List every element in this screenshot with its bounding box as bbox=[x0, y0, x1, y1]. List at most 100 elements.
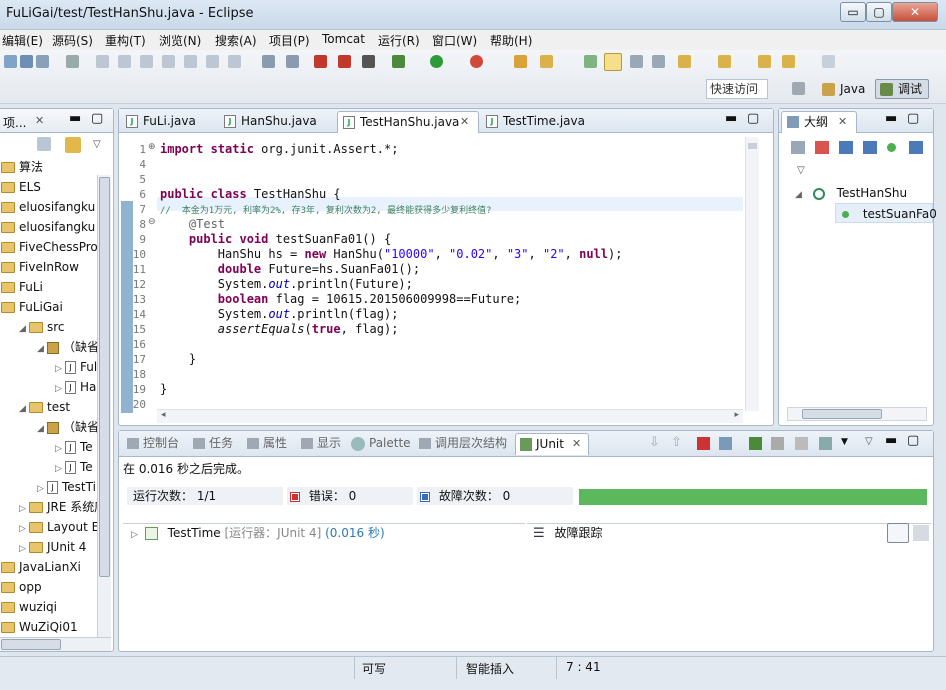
fold-toggle-icon[interactable]: ⊕ bbox=[148, 142, 156, 152]
tab-testtime[interactable]: J TestTime.java bbox=[481, 111, 591, 133]
minimize-button[interactable]: ▭ bbox=[840, 2, 866, 22]
menu-search[interactable]: 搜索(A) bbox=[215, 32, 257, 49]
tree-item[interactable]: ▷ J Te bbox=[55, 437, 93, 457]
rerun-icon[interactable] bbox=[749, 437, 762, 450]
view-menu-chevron-down-icon[interactable]: ▽ bbox=[797, 165, 805, 176]
code-line[interactable]: HanShu hs = new HanShu("10000", "0.02", … bbox=[160, 247, 623, 262]
use-step-filters-icon[interactable] bbox=[286, 55, 299, 68]
tree-arrow-icon[interactable]: ▷ bbox=[55, 439, 65, 459]
terminate-icon[interactable] bbox=[140, 55, 153, 68]
maximize-view-icon[interactable]: ▢ bbox=[91, 111, 103, 126]
perspective-java[interactable]: Java bbox=[818, 79, 870, 99]
editor-vertical-scrollbar[interactable] bbox=[745, 137, 759, 411]
close-icon[interactable]: ✕ bbox=[460, 112, 469, 132]
tree-item[interactable]: 算法 bbox=[1, 157, 43, 177]
tree-item[interactable]: WuZiQi01 bbox=[1, 617, 78, 637]
tree-item[interactable]: ◢ src bbox=[19, 317, 65, 337]
tab-testhanshu[interactable]: J TestHanShu.java ✕ bbox=[337, 111, 479, 133]
maximize-outline-icon[interactable]: ▢ bbox=[907, 111, 919, 126]
collapse-arrow-icon[interactable]: ◢ bbox=[795, 185, 805, 205]
code-line[interactable]: public class TestHanShu { bbox=[160, 187, 341, 202]
tree-item[interactable]: FiveChessPro bbox=[1, 237, 97, 257]
code-line[interactable]: import static org.junit.Assert.*; bbox=[160, 142, 398, 157]
tree-item[interactable]: JavaLianXi bbox=[1, 557, 81, 577]
rerun-failed-icon[interactable] bbox=[771, 437, 784, 450]
disconnect-icon[interactable] bbox=[162, 55, 175, 68]
tree-item[interactable]: FuLiGai bbox=[1, 297, 63, 317]
sort-icon[interactable] bbox=[791, 141, 805, 154]
scroll-left-icon[interactable]: ◂ bbox=[161, 410, 166, 420]
link-editor-icon[interactable] bbox=[65, 137, 81, 153]
next-failure-icon[interactable]: ⇩ bbox=[649, 435, 660, 450]
menu-project[interactable]: 项目(P) bbox=[269, 32, 310, 49]
outline-method-row[interactable]: testSuanFa0 bbox=[835, 203, 937, 223]
tree-item[interactable]: ▷JRE 系统库 bbox=[19, 497, 97, 517]
maximize-bottom-icon[interactable]: ▢ bbox=[907, 433, 919, 448]
resume-icon[interactable] bbox=[96, 55, 109, 68]
close-window-button[interactable]: ✕ bbox=[892, 2, 938, 22]
show-whitespace-icon[interactable] bbox=[652, 55, 665, 68]
scroll-lock-icon[interactable] bbox=[719, 437, 732, 450]
code-line[interactable]: System.out.println(flag); bbox=[160, 307, 399, 322]
maximize-editor-icon[interactable]: ▢ bbox=[747, 111, 759, 126]
tab-fuli[interactable]: J FuLi.java bbox=[121, 111, 221, 133]
tree-arrow-icon[interactable]: ▷ bbox=[19, 499, 29, 519]
minimize-outline-icon[interactable]: ▬ bbox=[885, 111, 897, 126]
explorer-scroll-thumb[interactable] bbox=[99, 177, 110, 577]
collapse-all-icon[interactable] bbox=[37, 137, 51, 151]
view-menu-chevron-down-icon[interactable]: ▽ bbox=[93, 139, 101, 150]
menu-tomcat[interactable]: Tomcat bbox=[322, 32, 365, 46]
outline-class-row[interactable]: ◢ TestHanShu bbox=[795, 183, 907, 203]
block-selection-icon[interactable] bbox=[630, 55, 643, 68]
code-line[interactable]: assertEquals(true, flag); bbox=[160, 322, 399, 337]
forward-icon[interactable] bbox=[822, 55, 835, 68]
tab-outline[interactable]: 大纲 ✕ bbox=[781, 111, 857, 133]
tree-item[interactable]: ◢ （缺省 bbox=[37, 337, 97, 357]
drop-to-frame-icon[interactable] bbox=[262, 55, 275, 68]
open-perspective-icon[interactable] bbox=[792, 82, 805, 95]
tree-item[interactable]: FiveInRow bbox=[1, 257, 79, 277]
tab-console[interactable]: 控制台 bbox=[123, 433, 179, 455]
hide-local-types-icon[interactable] bbox=[887, 143, 896, 152]
suspend-icon[interactable] bbox=[118, 55, 131, 68]
menu-navigate[interactable]: 浏览(N) bbox=[159, 32, 201, 49]
tree-arrow-icon[interactable]: ◢ bbox=[37, 419, 47, 439]
tree-item[interactable]: ▷ J Te bbox=[55, 457, 93, 477]
code-line[interactable]: public void testSuanFa01() { bbox=[160, 232, 391, 247]
tree-item[interactable]: ▷Layout Ex bbox=[19, 517, 97, 537]
code-line[interactable]: } bbox=[160, 352, 196, 367]
hide-static-icon[interactable] bbox=[839, 141, 853, 154]
tree-item[interactable]: ▷ J TestTi bbox=[37, 477, 96, 497]
quick-access-input[interactable]: 快速访问 bbox=[706, 79, 768, 99]
menu-source[interactable]: 源码(S) bbox=[52, 32, 93, 49]
run-icon[interactable] bbox=[430, 55, 443, 68]
hide-nonpublic-icon[interactable] bbox=[863, 141, 877, 154]
maximize-button[interactable]: ▢ bbox=[866, 2, 892, 22]
tab-display[interactable]: 显示 bbox=[297, 433, 341, 455]
tree-arrow-icon[interactable]: ◢ bbox=[37, 339, 47, 359]
open-folder-icon[interactable] bbox=[514, 55, 527, 68]
tree-arrow-icon[interactable]: ▷ bbox=[55, 379, 65, 399]
code-line[interactable]: } bbox=[160, 382, 167, 397]
gear-icon[interactable] bbox=[392, 55, 405, 68]
skip-breakpoints-icon[interactable] bbox=[66, 55, 79, 68]
tab-properties[interactable]: 属性 bbox=[243, 433, 287, 455]
tab-hanshu[interactable]: J HanShu.java bbox=[219, 111, 337, 133]
explorer-hscroll-thumb[interactable] bbox=[1, 639, 61, 650]
history-icon[interactable] bbox=[819, 437, 832, 450]
show-failures-only-icon[interactable] bbox=[697, 437, 710, 450]
tree-arrow-icon[interactable]: ▷ bbox=[19, 539, 29, 559]
tab-junit[interactable]: JUnit ✕ bbox=[515, 433, 589, 455]
tab-tasks[interactable]: 任务 bbox=[189, 433, 233, 455]
outline-horizontal-scrollbar[interactable] bbox=[787, 407, 927, 421]
hide-fields-icon[interactable] bbox=[815, 141, 829, 154]
tree-item[interactable]: eluosifangku bbox=[1, 197, 95, 217]
explorer-horizontal-scrollbar[interactable] bbox=[0, 637, 111, 651]
tree-arrow-icon[interactable]: ▷ bbox=[37, 479, 47, 499]
bug-stop-icon[interactable] bbox=[338, 55, 351, 68]
step-over-icon[interactable] bbox=[206, 55, 219, 68]
tree-item[interactable]: ▷ JUnit 4 bbox=[19, 537, 86, 557]
tree-item[interactable]: ELS bbox=[1, 177, 41, 197]
tree-item[interactable]: ◢ test bbox=[19, 397, 70, 417]
tree-item[interactable]: eluosifangku bbox=[1, 217, 95, 237]
